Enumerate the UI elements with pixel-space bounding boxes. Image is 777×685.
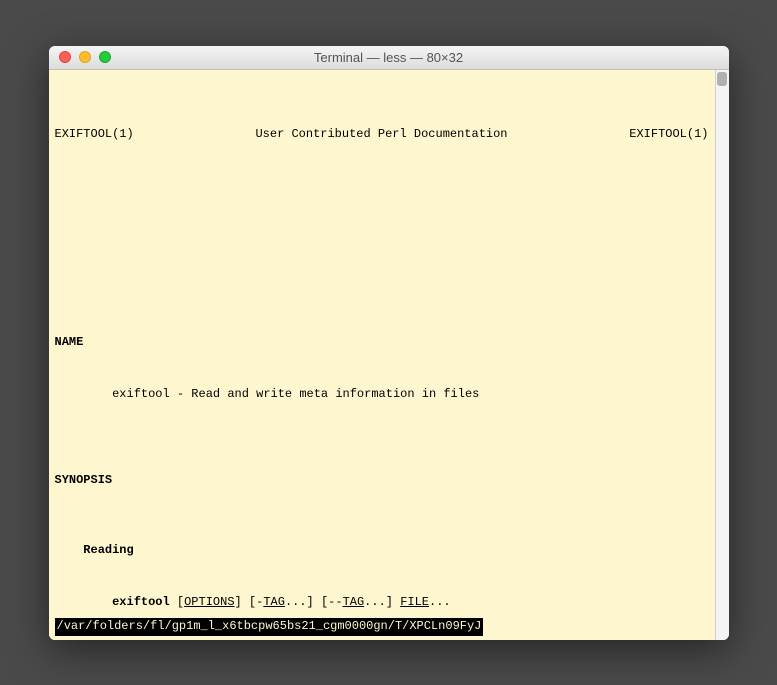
traffic-lights bbox=[49, 51, 111, 63]
synopsis-reading: Reading bbox=[83, 542, 722, 559]
name-line: exiftool - Read and write meta informati… bbox=[112, 386, 722, 403]
reading-cmd-line: exiftool [OPTIONS] [-TAG...] [--TAG...] … bbox=[112, 594, 722, 611]
status-path: /var/folders/fl/gp1m_l_x6tbcpw65bs21_cgm… bbox=[55, 618, 484, 635]
header-right: EXIFTOOL(1) bbox=[629, 126, 708, 143]
header-center: User Contributed Perl Documentation bbox=[255, 126, 507, 143]
titlebar[interactable]: Terminal — less — 80×32 bbox=[49, 46, 729, 70]
terminal-window: Terminal — less — 80×32 EXIFTOOL(1) User… bbox=[49, 46, 729, 640]
man-header: EXIFTOOL(1) User Contributed Perl Docume… bbox=[55, 126, 723, 143]
less-status-line: /var/folders/fl/gp1m_l_x6tbcpw65bs21_cgm… bbox=[55, 618, 484, 635]
window-title: Terminal — less — 80×32 bbox=[49, 50, 729, 65]
man-page: EXIFTOOL(1) User Contributed Perl Docume… bbox=[55, 74, 723, 640]
close-icon[interactable] bbox=[59, 51, 71, 63]
terminal-content[interactable]: EXIFTOOL(1) User Contributed Perl Docume… bbox=[49, 70, 729, 640]
minimize-icon[interactable] bbox=[79, 51, 91, 63]
section-name: NAME bbox=[55, 334, 723, 351]
section-synopsis: SYNOPSIS bbox=[55, 472, 723, 489]
zoom-icon[interactable] bbox=[99, 51, 111, 63]
scrollbar[interactable] bbox=[715, 70, 729, 640]
header-left: EXIFTOOL(1) bbox=[55, 126, 134, 143]
scrollbar-thumb[interactable] bbox=[717, 72, 727, 86]
